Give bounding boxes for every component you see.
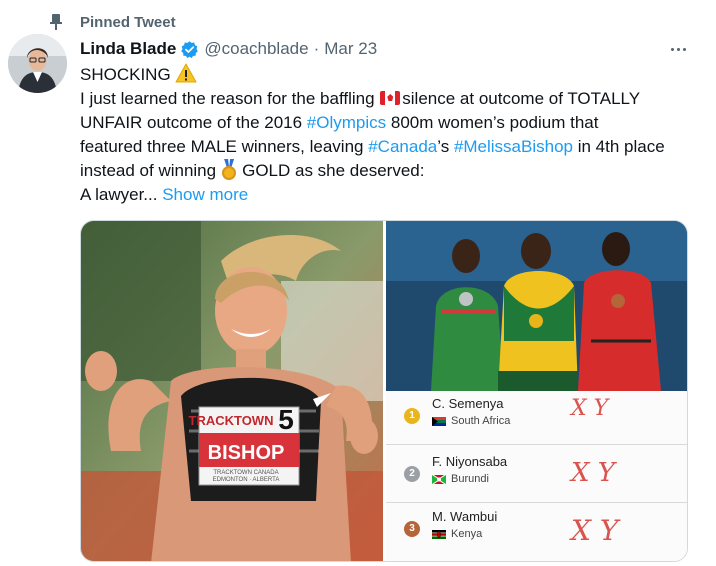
tweet-header: Linda Blade @coachblade · Mar 23: [80, 38, 696, 60]
show-more-link[interactable]: Show more: [162, 185, 248, 204]
country-name: Kenya: [451, 528, 483, 540]
pinned-indicator: Pinned Tweet: [50, 12, 176, 32]
author-name[interactable]: Linda Blade: [80, 39, 176, 59]
avatar[interactable]: [8, 34, 67, 93]
bib-top-text: TRACKTOWN: [189, 413, 274, 428]
tweet-date[interactable]: Mar 23: [324, 39, 377, 59]
warning-emoji-icon: [175, 63, 197, 83]
tweet-line-5: instead of winning GOLD as she deserved:: [80, 159, 700, 183]
athlete-name: M. Wambui: [432, 509, 498, 524]
athlete-country: Kenya: [432, 528, 482, 540]
country-name: South Africa: [451, 415, 511, 427]
pinned-label: Pinned Tweet: [80, 13, 176, 31]
tweet-text-segment: in 4th place: [573, 137, 665, 156]
tweet-line-1: SHOCKING: [80, 63, 700, 87]
tweet-text-segment: 800m women’s podium that: [386, 113, 599, 132]
bib-bottom-text-2: EDMONTON · ALBERTA: [213, 477, 280, 483]
tweet-text-segment: silence at outcome of TOTALLY: [402, 89, 641, 108]
athlete-country: Burundi: [432, 473, 489, 485]
burundi-flag-icon: [432, 474, 446, 484]
media-photo-podium[interactable]: 1 C. Semenya South Africa X Y 2 F. Niyon…: [386, 221, 687, 561]
handwritten-annotation: X Y: [569, 396, 611, 421]
rank-badge: 3: [404, 521, 420, 537]
media-photo-runner[interactable]: TRACKTOWN 5 BISHOP TRACKTOWN CANADA EDMO…: [81, 221, 383, 561]
tweet-text-segment: I just learned the reason for the baffli…: [80, 89, 380, 108]
south-africa-flag-icon: [432, 416, 446, 426]
tweet-text-segment: UNFAIR outcome of the 2016: [80, 113, 307, 132]
hashtag-olympics[interactable]: #Olympics: [307, 113, 386, 132]
athlete-name: C. Semenya: [432, 396, 504, 411]
hashtag-canada[interactable]: #Canada: [368, 137, 437, 156]
tweet-line-3: UNFAIR outcome of the 2016 #Olympics 800…: [80, 111, 700, 135]
bib-number-text: 5: [278, 404, 294, 435]
hashtag-melissabishop[interactable]: #MelissaBishop: [454, 137, 573, 156]
tweet-text-segment: A lawyer...: [80, 185, 158, 204]
kenya-flag-icon: [432, 529, 446, 539]
author-handle[interactable]: @coachblade: [204, 39, 308, 59]
annotation-text: X Y: [569, 458, 618, 488]
handwritten-annotation: X Y: [569, 514, 621, 547]
rank-badge: 1: [404, 408, 420, 424]
annotation-text: X Y: [569, 514, 621, 547]
tweet-media: TRACKTOWN 5 BISHOP TRACKTOWN CANADA EDMO…: [80, 220, 688, 562]
tweet-text: SHOCKING I just learned the reason for t…: [80, 63, 700, 207]
separator-dot: ·: [313, 39, 320, 58]
country-name: Burundi: [451, 473, 489, 485]
athlete-country: South Africa: [432, 415, 510, 427]
pin-icon: [50, 14, 62, 30]
result-row: 2 F. Niyonsaba Burundi X Y: [386, 449, 687, 503]
tweet-text-shocking: SHOCKING: [80, 65, 171, 84]
canada-flag-emoji-icon: [380, 91, 401, 105]
bib-name-text: BISHOP: [208, 442, 285, 464]
tweet-line-4: featured three MALE winners, leaving #Ca…: [80, 135, 700, 159]
more-options-icon[interactable]: [671, 40, 686, 58]
tweet-text-segment: instead of winning: [80, 161, 217, 180]
rank-badge: 2: [404, 466, 420, 482]
tweet-line-6: A lawyer... Show more: [80, 183, 700, 207]
result-row: 1 C. Semenya South Africa X Y: [386, 391, 687, 445]
bib-bottom-text-1: TRACKTOWN CANADA: [213, 470, 278, 476]
athlete-name: F. Niyonsaba: [432, 454, 508, 469]
podium-photo: [386, 221, 687, 391]
results-list: 1 C. Semenya South Africa X Y 2 F. Niyon…: [386, 391, 687, 561]
handwritten-annotation: X Y: [569, 458, 618, 488]
tweet-text-segment: ’s: [437, 137, 454, 156]
gold-medal-emoji-icon: [220, 159, 238, 181]
tweet-line-2: I just learned the reason for the baffli…: [80, 87, 700, 111]
tweet-text-segment: GOLD as she deserved:: [242, 161, 425, 180]
result-row: 3 M. Wambui Kenya X Y: [386, 504, 687, 558]
annotation-text: X Y: [569, 396, 611, 421]
tweet-text-segment: featured three MALE winners, leaving: [80, 137, 369, 156]
verified-badge-icon: [181, 40, 199, 58]
